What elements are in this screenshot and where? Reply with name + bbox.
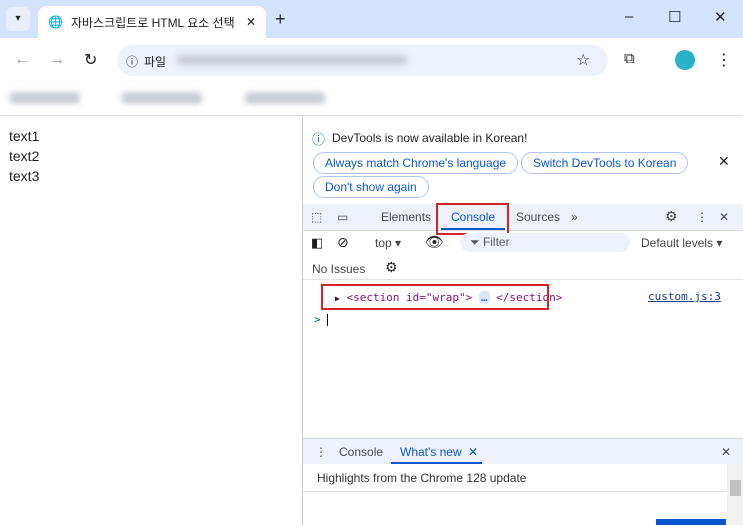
minimize-button[interactable]: – (625, 8, 633, 25)
text-line: text3 (9, 168, 40, 184)
filter-placeholder: Filter (482, 235, 510, 249)
reload-button[interactable]: ↻ (84, 50, 97, 70)
close-window-button[interactable]: ✕ (714, 8, 727, 26)
blurred-url (177, 55, 407, 65)
divider (303, 279, 743, 280)
tab-close-icon[interactable]: ✕ (246, 15, 256, 29)
source-link[interactable]: custom.js:3 (648, 290, 721, 303)
filter-icon: ⏷ (470, 235, 483, 249)
inspect-element-icon[interactable]: ⬚ (311, 210, 322, 224)
address-bar[interactable]: ⓘ 파일 ☆ (117, 45, 608, 76)
sidebar-toggle-icon[interactable]: ◧ (311, 235, 323, 251)
clear-console-icon[interactable]: ⊘ (337, 234, 349, 251)
maximize-button[interactable]: ☐ (668, 8, 681, 26)
infobar-close-icon[interactable]: ✕ (718, 153, 730, 170)
tab-title: 자바스크립트로 HTML 요소 선택 (70, 15, 235, 30)
cursor (327, 314, 328, 326)
new-tab-button[interactable]: + (275, 9, 286, 30)
drawer-menu-icon[interactable]: ⋮ (315, 445, 327, 459)
settings-gear-icon[interactable]: ⚙ (665, 208, 678, 225)
tab-sources[interactable]: Sources (516, 210, 560, 224)
drawer-tab-whats-new[interactable]: What's new (400, 445, 462, 459)
scrollbar[interactable] (727, 464, 743, 525)
match-language-button[interactable]: Always match Chrome's language (313, 152, 519, 174)
active-tab-indicator (391, 462, 482, 464)
info-icon: ⓘ (126, 55, 139, 69)
more-tabs-button[interactable]: » (571, 210, 578, 224)
live-expression-eye-icon[interactable]: 👁 (425, 233, 444, 251)
address-scheme: 파일 (144, 55, 167, 69)
dont-show-again-button[interactable]: Don't show again (313, 176, 429, 198)
tab-elements[interactable]: Elements (381, 210, 431, 224)
info-icon: ⓘ (312, 132, 326, 147)
bookmarks-bar (0, 82, 743, 116)
forward-button[interactable]: → (49, 51, 65, 69)
console-tab-highlight (436, 203, 509, 235)
browser-tab[interactable]: 🌐 자바스크립트로 HTML 요소 선택 ✕ (38, 6, 266, 38)
devtools-panel: ⓘ DevTools is now available in Korean! A… (302, 116, 743, 525)
devtools-tabbar: ⬚ ▭ Elements Console Sources » ⚙ ⋮ ✕ (303, 204, 743, 231)
devtools-close-icon[interactable]: ✕ (719, 210, 729, 224)
globe-icon: 🌐 (48, 15, 63, 29)
menu-icon[interactable]: ⋮ (716, 50, 732, 70)
log-highlight (321, 284, 549, 310)
console-prompt[interactable]: > (314, 313, 321, 326)
context-selector[interactable]: top ▾ (375, 236, 401, 250)
tab-search-button[interactable]: ▾ (6, 7, 30, 31)
bookmark-item[interactable] (245, 92, 325, 104)
devtools-menu-icon[interactable]: ⋮ (696, 210, 708, 224)
back-button[interactable]: ← (14, 51, 30, 69)
drawer-tab-console[interactable]: Console (339, 445, 383, 459)
extensions-icon[interactable]: ⧉ (624, 50, 635, 67)
drawer-tabbar: ⋮ Console What's new ✕ ✕ (303, 438, 743, 464)
device-toolbar-icon[interactable]: ▭ (337, 210, 348, 224)
bookmark-star-icon[interactable]: ☆ (576, 50, 590, 70)
text-line: text1 (9, 128, 40, 144)
divider (303, 491, 727, 492)
page-content: text1 text2 text3 (9, 126, 39, 186)
log-levels-dropdown[interactable]: Default levels ▾ (641, 236, 722, 250)
whats-new-button-partial[interactable] (656, 519, 726, 525)
whats-new-headline: Highlights from the Chrome 128 update (317, 471, 527, 485)
issues-status[interactable]: No Issues (312, 262, 365, 276)
drawer-close-icon[interactable]: ✕ (721, 445, 731, 459)
console-settings-icon[interactable]: ⚙ (385, 259, 398, 276)
drawer-tab-close-icon[interactable]: ✕ (468, 445, 478, 459)
profile-avatar[interactable] (675, 50, 695, 70)
text-line: text2 (9, 148, 40, 164)
bookmark-item[interactable] (10, 92, 80, 104)
filter-input[interactable]: ⏷ Filter (460, 233, 630, 252)
switch-korean-button[interactable]: Switch DevTools to Korean (521, 152, 689, 174)
scrollbar-thumb[interactable] (730, 480, 741, 496)
bookmark-item[interactable] (122, 92, 202, 104)
infobar-message: DevTools is now available in Korean! (332, 131, 528, 145)
